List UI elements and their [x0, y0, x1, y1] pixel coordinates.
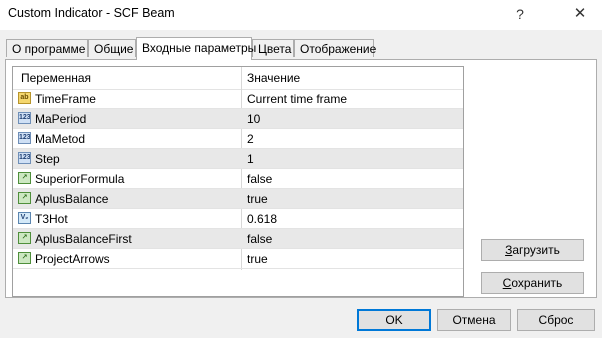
- load-label: агрузить: [512, 243, 560, 257]
- param-row-t3hot[interactable]: V₂ T3Hot 0.618: [13, 209, 463, 229]
- tab-colors[interactable]: Цвета: [252, 39, 294, 57]
- boolean-type-icon: ↗: [18, 192, 31, 204]
- double-type-icon: V₂: [18, 212, 31, 224]
- save-button[interactable]: Сохранить: [481, 272, 584, 294]
- close-icon[interactable]: ✕: [566, 2, 594, 26]
- param-name: ProjectArrows: [35, 252, 110, 266]
- param-row-superiorformula[interactable]: ↗ SuperiorFormula false: [13, 169, 463, 189]
- boolean-type-icon: ↗: [18, 232, 31, 244]
- param-name: T3Hot: [35, 212, 68, 226]
- param-value[interactable]: false: [247, 172, 272, 186]
- param-value[interactable]: 10: [247, 112, 260, 126]
- param-value[interactable]: false: [247, 232, 272, 246]
- column-header-variable[interactable]: Переменная: [21, 71, 91, 85]
- param-value[interactable]: true: [247, 192, 268, 206]
- help-icon[interactable]: ?: [506, 2, 534, 26]
- titlebar: Custom Indicator - SCF Beam ? ✕: [0, 0, 602, 30]
- param-row-maperiod[interactable]: 123 MaPeriod 10: [13, 109, 463, 129]
- param-value[interactable]: Current time frame: [247, 92, 347, 106]
- param-value[interactable]: true: [247, 252, 268, 266]
- tab-inputs[interactable]: Входные параметры: [136, 37, 256, 60]
- param-name: SuperiorFormula: [35, 172, 125, 186]
- param-row-aplusbalancefirst[interactable]: ↗ AplusBalanceFirst false: [13, 229, 463, 249]
- param-row-aplusbalance[interactable]: ↗ AplusBalance true: [13, 189, 463, 209]
- tab-general[interactable]: Общие: [88, 39, 136, 57]
- param-value[interactable]: 2: [247, 132, 254, 146]
- param-name: MaPeriod: [35, 112, 87, 126]
- param-row-timeframe[interactable]: ab TimeFrame Current time frame: [13, 89, 463, 109]
- integer-type-icon: 123: [18, 152, 31, 164]
- integer-type-icon: 123: [18, 132, 31, 144]
- save-label: охранить: [511, 276, 563, 290]
- cancel-button[interactable]: Отмена: [437, 309, 511, 331]
- reset-button[interactable]: Сброс: [517, 309, 595, 331]
- param-name: TimeFrame: [35, 92, 96, 106]
- column-header-value[interactable]: Значение: [247, 71, 300, 85]
- tab-display[interactable]: Отображение: [294, 39, 376, 57]
- param-name: AplusBalanceFirst: [35, 232, 132, 246]
- param-row-step[interactable]: 123 Step 1: [13, 149, 463, 169]
- param-value[interactable]: 0.618: [247, 212, 277, 226]
- string-type-icon: ab: [18, 92, 31, 104]
- ok-button[interactable]: OK: [357, 309, 431, 331]
- param-row-mametod[interactable]: 123 MaMetod 2: [13, 129, 463, 149]
- boolean-type-icon: ↗: [18, 172, 31, 184]
- load-button[interactable]: Загрузить: [481, 239, 584, 261]
- param-name: MaMetod: [35, 132, 86, 146]
- parameters-grid[interactable]: Переменная Значение ab TimeFrame Current…: [12, 66, 464, 297]
- tab-about[interactable]: О программе: [6, 39, 88, 57]
- param-row-projectarrows[interactable]: ↗ ProjectArrows true: [13, 249, 463, 269]
- window-title: Custom Indicator - SCF Beam: [8, 6, 175, 20]
- grid-header: Переменная Значение: [13, 67, 463, 90]
- param-name: AplusBalance: [35, 192, 109, 206]
- integer-type-icon: 123: [18, 112, 31, 124]
- dialog-body: О программе Общие Входные параметры Цвет…: [0, 30, 602, 338]
- boolean-type-icon: ↗: [18, 252, 31, 264]
- param-name: Step: [35, 152, 60, 166]
- param-value[interactable]: 1: [247, 152, 254, 166]
